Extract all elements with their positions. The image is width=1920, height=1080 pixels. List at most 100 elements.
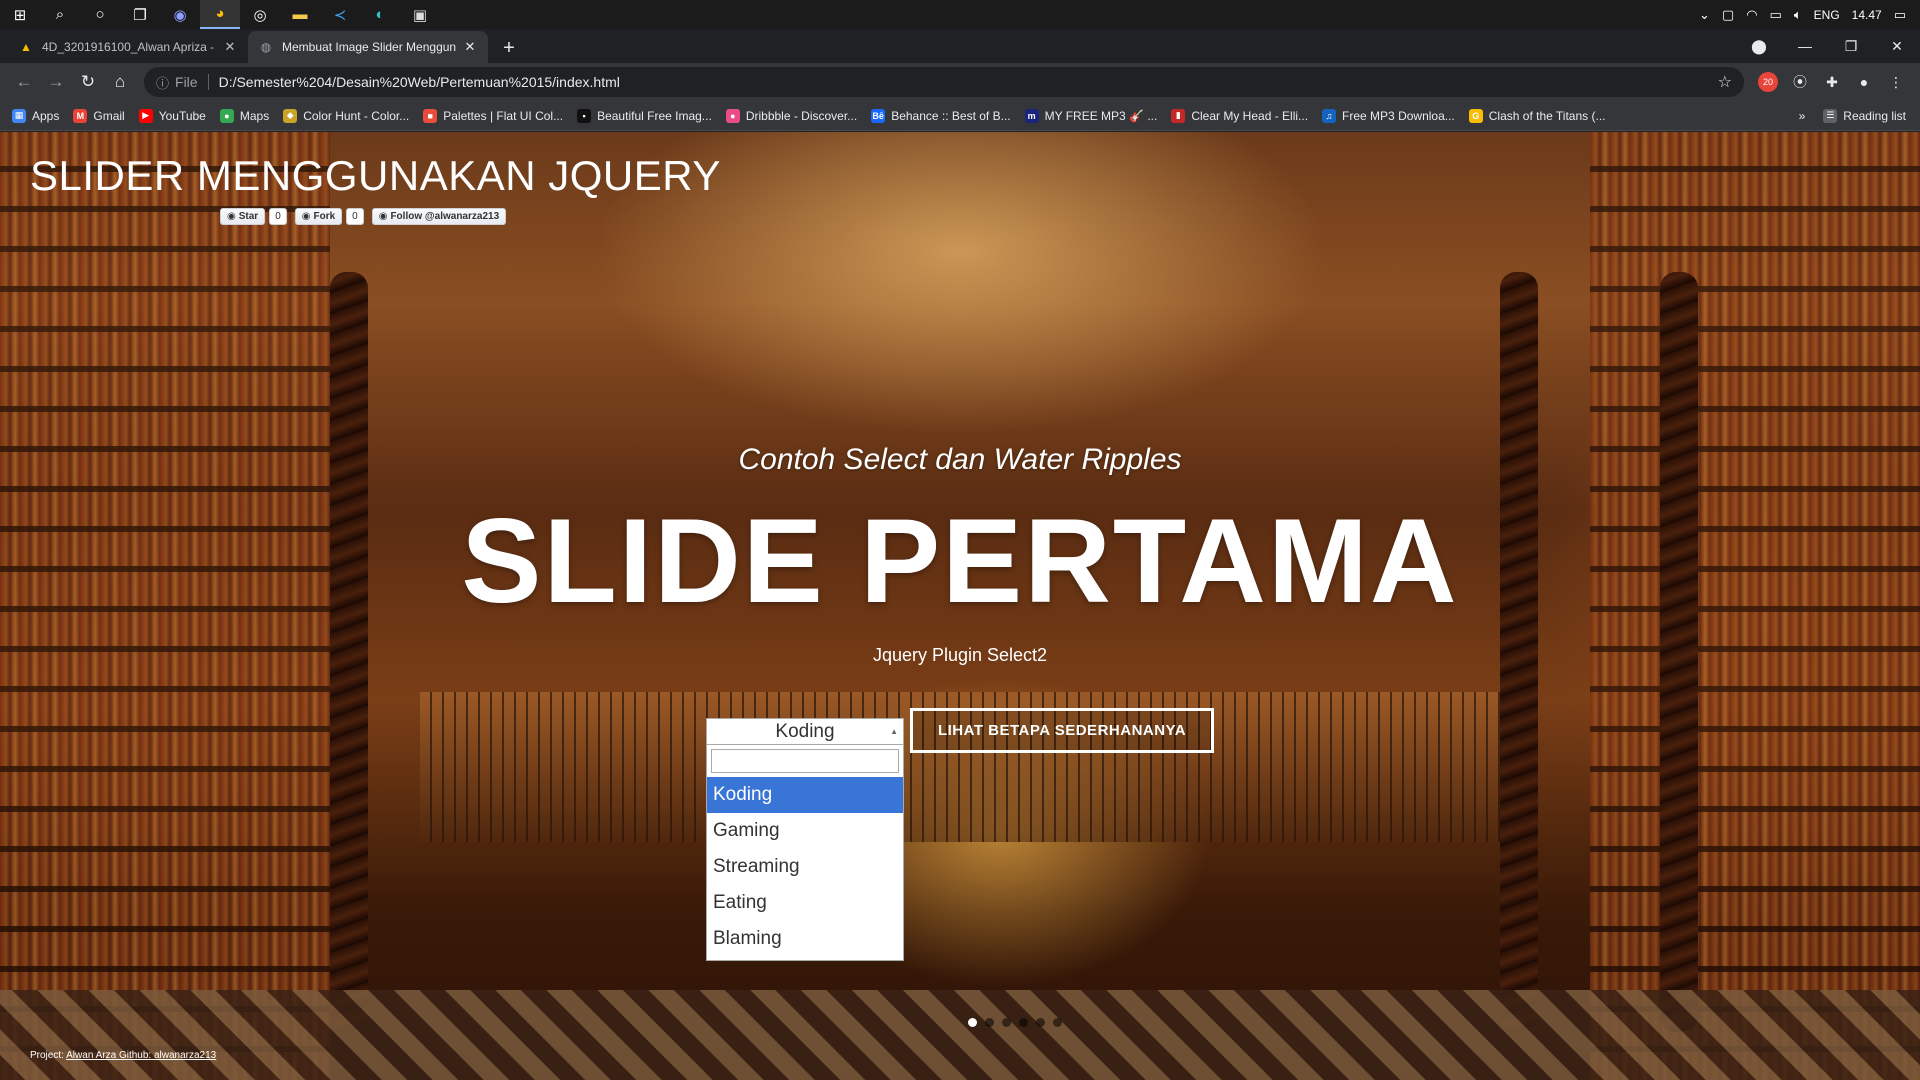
slide-subtitle: Contoh Select dan Water Ripples bbox=[738, 443, 1182, 476]
restore-icon[interactable]: ❐ bbox=[1828, 38, 1874, 55]
slide-dot[interactable] bbox=[1002, 1018, 1011, 1027]
bookmark-item[interactable]: ● Dribbble - Discover... bbox=[725, 108, 857, 123]
bookmark-label: YouTube bbox=[158, 108, 206, 123]
chevron-up-icon[interactable]: ⌄ bbox=[1699, 7, 1710, 23]
footer-link[interactable]: Alwan Arza Github: alwanarza213 bbox=[66, 1050, 216, 1061]
cortana-icon[interactable]: ○ bbox=[80, 0, 120, 29]
file-explorer-icon[interactable]: ▬ bbox=[280, 0, 320, 29]
bookmark-favicon-icon: Bē bbox=[871, 108, 886, 123]
bookmark-label: Gmail bbox=[93, 108, 125, 123]
bookmark-item[interactable]: Bē Behance :: Best of B... bbox=[871, 108, 1011, 123]
github-follow-button[interactable]: ◉ Follow @alwanarza213 bbox=[371, 208, 507, 225]
windows-icon[interactable]: ⊞ bbox=[0, 0, 40, 29]
select-option[interactable]: Eating bbox=[707, 885, 903, 921]
edge-icon[interactable]: ◐ bbox=[360, 0, 400, 29]
select-option[interactable]: Blaming bbox=[707, 921, 903, 957]
bookmark-label: Palettes | Flat UI Col... bbox=[443, 108, 564, 123]
github-fork-label: Fork bbox=[313, 211, 336, 222]
slide-dot[interactable] bbox=[1019, 1018, 1028, 1027]
clock[interactable]: 14.47 bbox=[1852, 8, 1882, 22]
bookmark-label: MY FREE MP3 🎸 ... bbox=[1044, 108, 1158, 123]
menu-kebab-icon[interactable]: ⋮ bbox=[1880, 66, 1912, 98]
select-dropdown: Koding Gaming Streaming Eating Blaming bbox=[706, 745, 904, 961]
tab-title: Membuat Image Slider Menggun bbox=[282, 40, 456, 54]
extension-icon[interactable]: ⦿ bbox=[1784, 66, 1816, 98]
bookmark-item[interactable]: m MY FREE MP3 🎸 ... bbox=[1024, 108, 1158, 123]
bookmark-label: Clear My Head - Elli... bbox=[1191, 108, 1309, 123]
bookmark-label: Clash of the Titans (... bbox=[1488, 108, 1606, 123]
bookmark-item[interactable]: ● Maps bbox=[219, 108, 270, 123]
minimize-icon[interactable]: — bbox=[1782, 38, 1828, 54]
slide-dot[interactable] bbox=[1036, 1018, 1045, 1027]
profile-avatar-icon[interactable]: ● bbox=[1848, 66, 1880, 98]
google-drive-icon: ▲ bbox=[20, 40, 32, 54]
bookmark-label: Maps bbox=[239, 108, 270, 123]
tab-slider[interactable]: ◍ Membuat Image Slider Menggun ✕ bbox=[248, 31, 488, 63]
select-search-input[interactable] bbox=[711, 749, 899, 773]
bookmark-item[interactable]: ▪ Beautiful Free Imag... bbox=[577, 108, 712, 123]
github-star-count: 0 bbox=[269, 208, 287, 225]
bookmark-favicon-icon: ▦ bbox=[12, 108, 26, 123]
github-icon: ◉ bbox=[378, 211, 388, 222]
slide-dot[interactable] bbox=[1053, 1018, 1062, 1027]
photos-icon[interactable]: ▣ bbox=[400, 0, 440, 29]
profile-icon[interactable]: ⬤ bbox=[1736, 38, 1782, 55]
bookmark-favicon-icon: ■ bbox=[423, 108, 438, 123]
bookmark-label: Behance :: Best of B... bbox=[891, 108, 1011, 123]
bookmark-item[interactable]: ■ Palettes | Flat UI Col... bbox=[423, 108, 564, 123]
close-tab-icon[interactable]: ✕ bbox=[462, 39, 478, 55]
bookmark-item[interactable]: ▶ YouTube bbox=[138, 108, 206, 123]
tab-drive[interactable]: ▲ 4D_3201916100_Alwan Apriza - G ✕ bbox=[8, 31, 248, 63]
bookmarks-overflow-icon[interactable]: » bbox=[1799, 109, 1806, 123]
discord-icon[interactable]: ◉ bbox=[160, 0, 200, 29]
close-window-icon[interactable]: ✕ bbox=[1874, 38, 1920, 55]
address-bar[interactable]: ⓘ File D:/Semester%204/Desain%20Web/Pert… bbox=[144, 67, 1744, 97]
battery-icon[interactable]: ▭ bbox=[1770, 7, 1782, 23]
url-text[interactable]: D:/Semester%204/Desain%20Web/Pertemuan%2… bbox=[219, 74, 1718, 90]
search-icon[interactable]: ⌕ bbox=[40, 0, 80, 29]
chrome-icon[interactable]: ◕ bbox=[200, 0, 240, 29]
language-indicator[interactable]: ENG bbox=[1814, 8, 1840, 22]
cta-button[interactable]: LIHAT BETAPA SEDERHANANYA bbox=[910, 708, 1214, 753]
globe-icon: ◍ bbox=[260, 40, 272, 54]
bookmark-item[interactable]: ▦ Apps bbox=[12, 108, 59, 123]
reading-list-icon: ☰ bbox=[1823, 108, 1838, 123]
select-option[interactable]: Gaming bbox=[707, 813, 903, 849]
vscode-icon[interactable]: ≺ bbox=[320, 0, 360, 29]
tray-app-icon[interactable]: ▢ bbox=[1722, 7, 1734, 23]
bookmark-star-icon[interactable]: ☆ bbox=[1718, 72, 1732, 92]
reading-list-button[interactable]: ☰ Reading list bbox=[1823, 108, 1906, 123]
forward-button[interactable]: → bbox=[40, 66, 72, 98]
github-fork-button[interactable]: ◉ Fork 0 bbox=[294, 208, 364, 225]
taskbar-apps: ⊞ ⌕ ○ ❐ ◉ ◕ ◎ ▬ ≺ ◐ ▣ bbox=[0, 0, 440, 29]
bookmark-favicon-icon: ▪ bbox=[577, 108, 592, 123]
slide-dot[interactable] bbox=[968, 1018, 977, 1027]
select-option[interactable]: Streaming bbox=[707, 849, 903, 885]
extension-abp-icon[interactable]: 20 bbox=[1752, 66, 1784, 98]
github-star-button[interactable]: ◉ Star 0 bbox=[220, 208, 287, 225]
bookmarks-bar: ▦ Apps M Gmail ▶ YouTube ● Maps ◆ Color Hunt - Co… bbox=[0, 101, 1920, 131]
new-tab-button[interactable]: + bbox=[494, 33, 524, 63]
reload-button[interactable]: ↻ bbox=[72, 66, 104, 98]
github-icon: ◉ bbox=[227, 211, 236, 222]
bookmark-item[interactable]: ▮ Clear My Head - Elli... bbox=[1171, 108, 1309, 123]
bookmark-item[interactable]: ♫ Free MP3 Downloa... bbox=[1322, 108, 1455, 123]
bookmark-item[interactable]: M Gmail bbox=[73, 108, 125, 123]
back-button[interactable]: ← bbox=[8, 66, 40, 98]
bookmark-item[interactable]: ◆ Color Hunt - Color... bbox=[283, 108, 409, 123]
bookmark-item[interactable]: G Clash of the Titans (... bbox=[1468, 108, 1606, 123]
tab-title: 4D_3201916100_Alwan Apriza - G bbox=[42, 40, 216, 54]
info-icon[interactable]: ⓘ bbox=[156, 73, 169, 92]
extensions-puzzle-icon[interactable]: ✚ bbox=[1816, 66, 1848, 98]
select-option[interactable]: Koding bbox=[707, 777, 903, 813]
volume-icon[interactable]: 🔈︎ bbox=[1794, 7, 1802, 23]
bookmark-favicon-icon: M bbox=[73, 108, 88, 123]
github-desktop-icon[interactable]: ◎ bbox=[240, 0, 280, 29]
category-select[interactable]: Koding ▲ bbox=[706, 718, 904, 745]
home-button[interactable]: ⌂ bbox=[104, 66, 136, 98]
task-view-icon[interactable]: ❐ bbox=[120, 0, 160, 29]
close-tab-icon[interactable]: ✕ bbox=[222, 39, 238, 55]
slide-dot[interactable] bbox=[985, 1018, 994, 1027]
wifi-icon[interactable]: ◠ bbox=[1746, 7, 1757, 23]
notifications-icon[interactable]: ▭ bbox=[1894, 7, 1906, 23]
